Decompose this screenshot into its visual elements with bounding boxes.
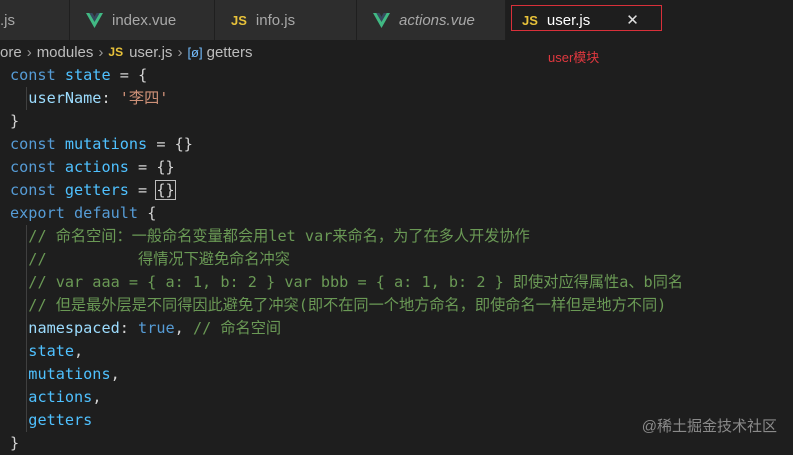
tab-label: index.vue <box>112 11 177 29</box>
code-line[interactable]: export default { <box>10 202 793 225</box>
code-lines: const state = { userName: '李四'} const mut… <box>10 64 793 455</box>
tab-index-vue[interactable]: index.vue <box>70 0 215 40</box>
code-line[interactable]: mutations, <box>10 363 793 386</box>
code-line[interactable]: const mutations = {} <box>10 133 793 156</box>
code-line[interactable]: userName: '李四' <box>10 87 793 110</box>
breadcrumb-segment[interactable]: getters <box>207 44 253 61</box>
js-file-icon: JS <box>108 45 124 59</box>
code-line[interactable]: namespaced: true, // 命名空间 <box>10 317 793 340</box>
js-file-icon: JS <box>522 12 538 28</box>
code-editor[interactable]: const state = { userName: '李四'} const mut… <box>10 64 793 452</box>
tab-label: info.js <box>255 11 296 29</box>
watermark: @稀土掘金技术社区 <box>641 418 777 435</box>
code-line[interactable]: // 但是最外层是不同得因此避免了冲突(即不在同一个地方命名，即使命名一样但是地… <box>10 294 793 317</box>
breadcrumb-segment[interactable]: ore <box>0 44 22 61</box>
code-line[interactable]: const getters = {} <box>10 179 793 202</box>
tab-label: actions.vue <box>399 11 475 29</box>
chevron-right-icon: › <box>177 43 183 61</box>
code-line[interactable]: // 得情况下避免命名冲突 <box>10 248 793 271</box>
code-line[interactable]: const actions = {} <box>10 156 793 179</box>
code-line[interactable]: } <box>10 110 793 133</box>
editor-tab-bar: .js index.vue JS info.js actions.vue JS … <box>0 0 793 40</box>
code-line[interactable]: // var aaa = { a: 1, b: 2 } var bbb = { … <box>10 271 793 294</box>
js-file-icon: JS <box>231 12 247 28</box>
code-line[interactable]: const state = { <box>10 64 793 87</box>
variable-symbol-icon: [ø] <box>187 44 203 60</box>
tab-label: .js <box>0 11 15 29</box>
tab-user-js[interactable]: JS user.js ✕ <box>506 0 793 40</box>
breadcrumb-segment[interactable]: modules <box>37 44 94 61</box>
vue-file-icon <box>373 12 390 28</box>
tab-info-js[interactable]: JS info.js <box>215 0 357 40</box>
chevron-right-icon: › <box>98 43 104 61</box>
tab-actions-vue[interactable]: actions.vue <box>357 0 506 40</box>
chevron-right-icon: › <box>26 43 32 61</box>
vue-file-icon <box>86 12 103 28</box>
code-line[interactable]: state, <box>10 340 793 363</box>
close-icon[interactable]: ✕ <box>626 11 639 29</box>
code-line[interactable]: actions, <box>10 386 793 409</box>
code-line[interactable]: // 命名空间：一般命名变量都会用let var来命名，为了在多人开发协作 <box>10 225 793 248</box>
tab-label: user.js <box>546 11 591 29</box>
breadcrumb: ore › modules › JS user.js › [ø] getters <box>0 40 793 64</box>
breadcrumb-segment[interactable]: user.js <box>129 44 172 61</box>
tab-partial-js[interactable]: .js <box>0 0 70 40</box>
